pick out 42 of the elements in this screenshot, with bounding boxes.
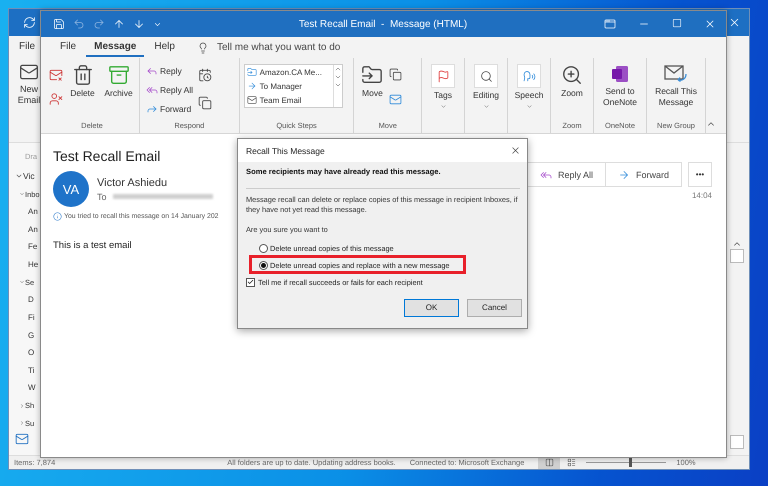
- folder-item[interactable]: W: [28, 383, 36, 392]
- sender-name: Victor Ashiedu: [97, 176, 168, 188]
- speech-button[interactable]: Speech: [512, 62, 546, 112]
- dialog-title: Recall This Message: [246, 146, 325, 156]
- reply-button[interactable]: Reply: [144, 62, 196, 79]
- folder-item[interactable]: O: [28, 348, 34, 358]
- recall-message-button[interactable]: Recall This Message: [651, 62, 702, 110]
- folder-item[interactable]: D: [28, 295, 34, 304]
- more-actions-button[interactable]: •••: [688, 162, 712, 187]
- archive-button[interactable]: Archive: [102, 62, 135, 101]
- folder-item[interactable]: An: [28, 207, 38, 216]
- quick-step[interactable]: Team Email: [244, 93, 333, 107]
- to-label: To: [97, 192, 107, 202]
- message-time: 14:04: [692, 191, 712, 200]
- folder-item[interactable]: Fi: [28, 312, 35, 322]
- folder-item[interactable]: Ti: [28, 366, 34, 375]
- move-button[interactable]: Move: [358, 62, 386, 101]
- folder-item[interactable]: G: [28, 330, 34, 340]
- zoom-button[interactable]: Zoom: [555, 62, 590, 101]
- folder-item[interactable]: Fe: [28, 242, 38, 252]
- ribbon-tab[interactable]: Help: [146, 38, 183, 57]
- file-tab[interactable]: File: [19, 40, 36, 52]
- editing-button[interactable]: Editing: [469, 62, 504, 112]
- avatar: VA: [53, 171, 89, 207]
- send-to-onenote-button[interactable]: Send to OneNote: [598, 62, 642, 110]
- folder-item[interactable]: Vic: [23, 171, 35, 182]
- reply-all-button[interactable]: Reply All: [144, 81, 196, 98]
- message-body: This is a test email: [53, 240, 132, 251]
- delete-button[interactable]: Delete: [66, 62, 99, 101]
- message-subject: Test Recall Email: [53, 148, 160, 164]
- cancel-button[interactable]: Cancel: [467, 298, 522, 317]
- folder-item[interactable]: He: [28, 260, 38, 270]
- tell-me-search[interactable]: Tell me what you want to do: [216, 42, 340, 53]
- ok-button[interactable]: OK: [404, 298, 459, 317]
- forward-button[interactable]: Forward: [144, 100, 196, 117]
- tags-button[interactable]: Tags: [426, 62, 460, 112]
- window-title: Test Recall Email - Message (HTML): [298, 18, 468, 30]
- folder-item[interactable]: An: [28, 224, 38, 234]
- quick-step[interactable]: Amazon.CA Me...: [244, 65, 333, 79]
- quick-step[interactable]: To Manager: [244, 79, 333, 93]
- new-email-button[interactable]: New Email: [15, 62, 43, 106]
- ribbon-tab[interactable]: File: [52, 38, 84, 57]
